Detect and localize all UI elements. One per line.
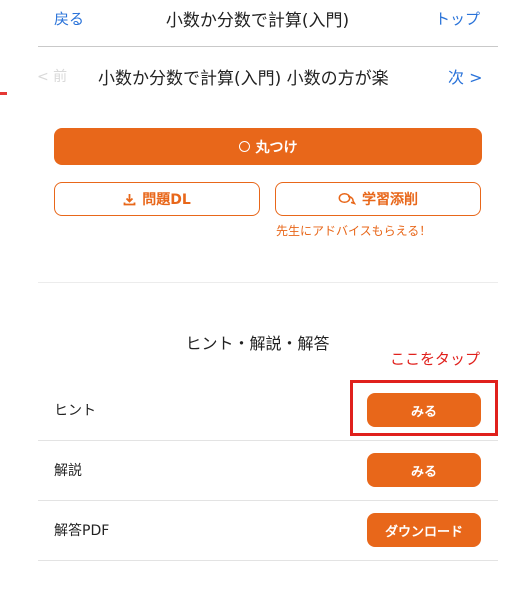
advice-note: 先生にアドバイスもらえる！ [276,224,432,238]
download-problem-button[interactable]: 問題DL [54,182,260,216]
annotation-highlight-box [350,380,498,436]
chat-icon [338,192,356,205]
panel-divider [38,282,498,283]
top-link[interactable]: トップ [435,8,480,29]
row-divider [38,500,498,501]
row-divider [38,560,498,561]
coaching-button[interactable]: 学習添削 [275,182,481,216]
header-divider [38,46,498,47]
explanation-view-button[interactable]: みる [367,453,481,487]
row-divider [38,440,498,441]
edge-mark [0,92,7,95]
tap-annotation: ここをタップ [390,350,481,368]
answer-pdf-download-button[interactable]: ダウンロード [367,513,481,547]
lesson-title: 小数か分数で計算(入門) 小数の方が楽 [98,69,389,89]
download-icon [123,193,136,205]
explanation-row-label: 解説 [54,463,82,479]
hint-row-label: ヒント [54,403,96,419]
grade-button[interactable]: 丸つけ [54,128,482,165]
download-problem-label: 問題DL [142,192,191,208]
next-link[interactable]: 次 > [448,64,483,88]
prev-link[interactable]: < 前 [37,66,67,86]
grade-button-label: 丸つけ [255,139,298,156]
coaching-label: 学習添削 [362,192,418,208]
circle-icon [238,141,250,152]
answer-pdf-row-label: 解答PDF [54,523,110,539]
